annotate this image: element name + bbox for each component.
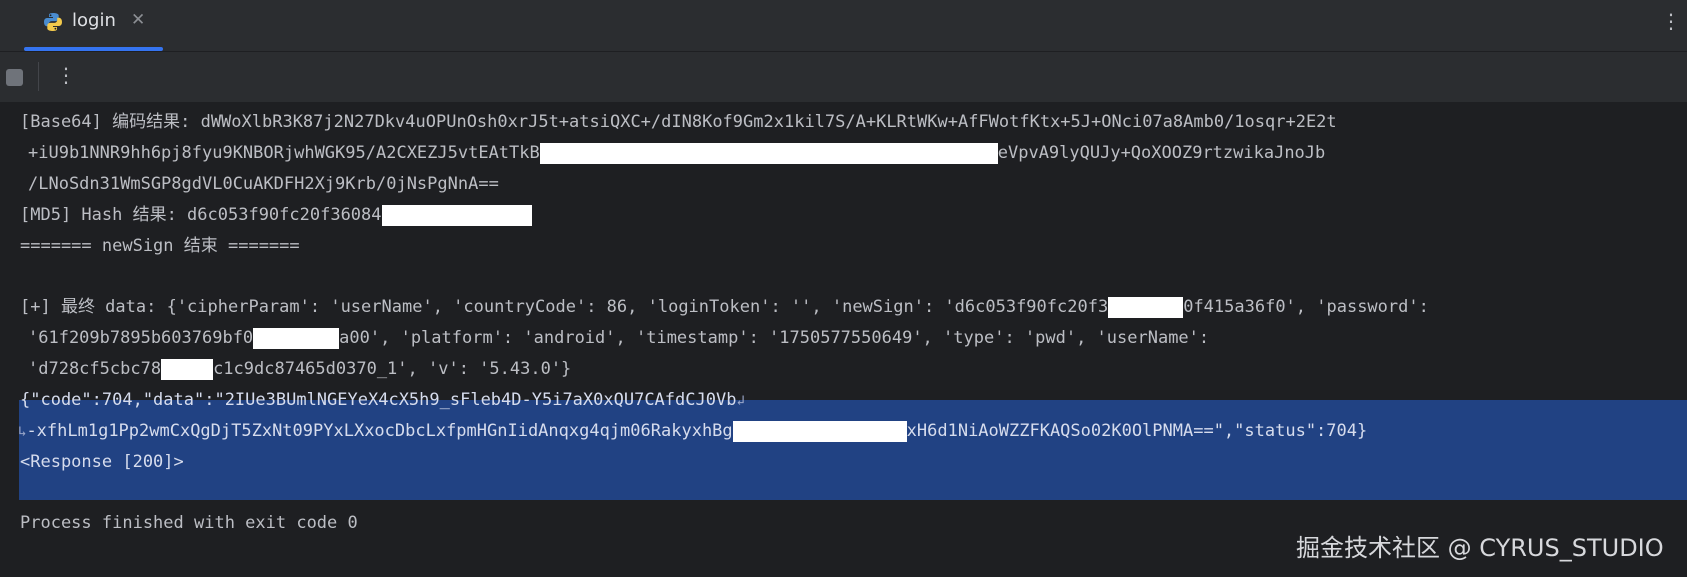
watermark: 掘金技术社区 @ CYRUS_STUDIO (1296, 534, 1664, 562)
console-line: 'd728cf5cbc78 c1c9dc87465d0370_1', 'v': '… (28, 358, 572, 380)
console-line: Process finished with exit code 0 (20, 513, 358, 533)
more-options-icon[interactable]: ⋮ (1661, 9, 1681, 33)
stop-icon[interactable] (6, 69, 23, 86)
redaction-block (161, 358, 214, 380)
tab-login-label: login (72, 10, 116, 31)
active-tab-indicator (24, 47, 163, 51)
console-line-selected: <Response [200]> (20, 452, 184, 472)
console-line: ======= newSign 结束 ======= (20, 236, 300, 256)
redaction-block (539, 142, 998, 164)
console-line: [Base64] 编码结果: dWWoXlbR3K87j2N27Dkv4uOPU… (20, 112, 1337, 132)
console-line: +iU9b1NNR9hh6pj8fyu9KNBORjwhWGK95/A2CXEZ… (28, 142, 1326, 164)
close-icon[interactable]: ✕ (131, 10, 145, 30)
tab-login[interactable]: login ✕ (24, 0, 163, 51)
run-toolbar: ⋮ (0, 52, 1687, 102)
python-file-icon (44, 13, 62, 31)
console-line: /LNoSdn31WmSGP8gdVL0CuAKDFH2Xj9Krb/0jNsP… (28, 174, 499, 194)
redaction-block (253, 327, 340, 349)
console-line: [+] 最终 data: {'cipherParam': 'userName',… (20, 296, 1429, 318)
redaction-block (732, 420, 907, 442)
console-line: '61f209b7895b603769bf0 a00', 'platform': … (28, 327, 1210, 349)
redaction-block (1108, 296, 1184, 318)
redaction-block (381, 204, 532, 226)
console-line-selected: {"code":704,"data":"2IUe3BUmlNGEYeX4cX5h… (20, 390, 745, 410)
toolbar-divider (38, 62, 39, 91)
console-line: [MD5] Hash 结果: d6c053f90fc20f36084 (20, 204, 532, 226)
tab-bar: login ✕ ⋮ (0, 0, 1687, 52)
toolbar-more-icon[interactable]: ⋮ (56, 63, 76, 87)
console-line-selected: ↳-xfhLm1g1Pp2wmCxQgDjT5ZxNt09PYxLXxocDbc… (18, 420, 1368, 442)
soft-wrap-icon: ↲ (736, 393, 745, 409)
text-selection (19, 400, 1687, 500)
